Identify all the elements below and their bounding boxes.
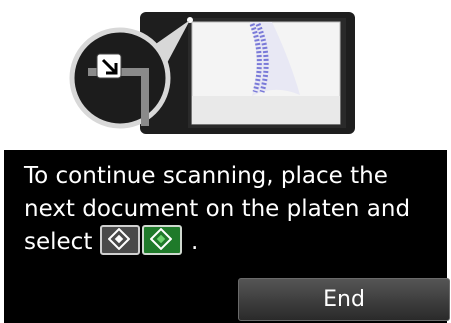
instruction-message: To continue scanning, place the next doc… [24, 160, 439, 259]
message-panel: To continue scanning, place the next doc… [4, 150, 450, 323]
scan-continue-screen: To continue scanning, place the next doc… [0, 0, 451, 323]
black-start-button-icon [99, 224, 140, 255]
end-button[interactable]: End [238, 278, 450, 321]
color-start-button-icon [141, 224, 182, 255]
instruction-period: . [190, 229, 199, 255]
document-on-platen-icon [191, 21, 341, 125]
platen-corner-alignment-icon [69, 27, 171, 129]
platen-illustration [69, 12, 355, 134]
instruction-text: To continue scanning, place the next doc… [24, 163, 411, 255]
